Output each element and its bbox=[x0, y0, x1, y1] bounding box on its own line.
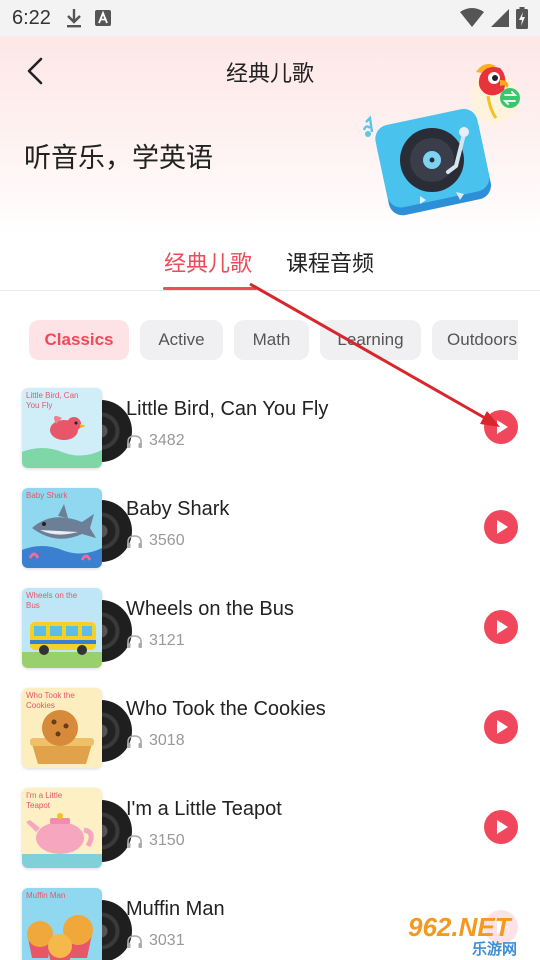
watermark-site: 乐游网 bbox=[472, 940, 517, 958]
status-bar: 6:22 bbox=[0, 0, 540, 36]
cookie-icon bbox=[30, 710, 94, 764]
play-count: 3560 bbox=[126, 532, 185, 550]
wifi-icon bbox=[460, 8, 484, 27]
play-icon bbox=[497, 820, 508, 834]
chip-outdoors[interactable]: Outdoors bbox=[432, 320, 518, 360]
play-button[interactable] bbox=[484, 810, 518, 844]
muffin-icon bbox=[27, 915, 93, 960]
song-title: Who Took the Cookies bbox=[126, 698, 326, 720]
play-count: 3018 bbox=[126, 732, 185, 750]
song-title: Muffin Man bbox=[126, 898, 225, 920]
chip-learning[interactable]: Learning bbox=[320, 320, 421, 360]
headphones-icon bbox=[127, 834, 142, 848]
bird-icon bbox=[22, 416, 102, 468]
turntable-illustration bbox=[362, 108, 491, 216]
page-title: 经典儿歌 bbox=[225, 61, 314, 86]
song-row[interactable]: Little Bird, Can You Fly Little Bird, Ca… bbox=[0, 380, 540, 480]
song-cover: Wheels on the Bus bbox=[22, 588, 132, 668]
watermark-brand: 962.NET bbox=[408, 912, 513, 942]
play-count-value: 3560 bbox=[149, 532, 185, 549]
play-icon bbox=[497, 520, 508, 534]
play-icon bbox=[497, 720, 508, 734]
play-button[interactable] bbox=[484, 410, 518, 444]
tab-course-audio[interactable]: 课程音频 bbox=[286, 246, 374, 278]
status-time: 6:22 bbox=[12, 6, 51, 29]
chip-classics[interactable]: Classics bbox=[29, 320, 129, 360]
bus-icon bbox=[22, 622, 102, 668]
song-cover: I'm a Little Teapot bbox=[22, 788, 132, 868]
chip-math[interactable]: Math bbox=[234, 320, 309, 360]
battery-icon bbox=[516, 7, 528, 29]
headphones-icon bbox=[127, 934, 142, 948]
play-count: 3121 bbox=[126, 632, 185, 650]
play-icon bbox=[497, 420, 508, 434]
play-count-value: 3482 bbox=[149, 432, 185, 449]
tab-bar: 经典儿歌 课程音频 bbox=[0, 240, 540, 292]
play-count-value: 3018 bbox=[149, 732, 185, 749]
divider bbox=[0, 290, 540, 291]
song-list: Little Bird, Can You Fly Little Bird, Ca… bbox=[0, 380, 540, 960]
headphones-icon bbox=[127, 534, 142, 548]
play-icon bbox=[497, 620, 508, 634]
slogan: 听音乐，学英语 bbox=[24, 143, 213, 173]
song-cover: Little Bird, Can You Fly bbox=[22, 388, 132, 468]
app-notification-icon bbox=[94, 10, 111, 26]
play-button[interactable] bbox=[484, 510, 518, 544]
headphones-icon bbox=[127, 434, 142, 448]
song-row[interactable]: Who Took the Cookies Who Took the Cookie… bbox=[0, 680, 540, 780]
play-count-value: 3031 bbox=[149, 932, 185, 949]
song-cover: Who Took the Cookies bbox=[22, 688, 132, 768]
play-count: 3150 bbox=[126, 832, 185, 850]
song-cover: Muffin Man bbox=[22, 888, 132, 960]
song-title: I'm a Little Teapot bbox=[126, 798, 282, 820]
chip-active[interactable]: Active bbox=[140, 320, 223, 360]
play-button[interactable] bbox=[484, 610, 518, 644]
tab-classic-songs[interactable]: 经典儿歌 bbox=[164, 246, 252, 278]
site-watermark-logo: 962.NET 乐游网 bbox=[400, 908, 538, 958]
song-row[interactable]: I'm a Little Teapot I'm a Little Teapot … bbox=[0, 780, 540, 880]
play-count: 3482 bbox=[126, 432, 185, 450]
play-count-value: 3121 bbox=[149, 632, 185, 649]
category-filter-bar: Classics Active Math Learning Outdoors bbox=[0, 320, 518, 360]
teapot-icon bbox=[22, 813, 102, 868]
play-button[interactable] bbox=[484, 710, 518, 744]
song-row[interactable]: Wheels on the Bus Wheels on the Bus 3121 bbox=[0, 580, 540, 680]
play-count: 3031 bbox=[126, 932, 185, 950]
signal-icon bbox=[491, 9, 509, 27]
headphones-icon bbox=[127, 634, 142, 648]
song-title: Wheels on the Bus bbox=[126, 598, 294, 620]
download-icon bbox=[66, 9, 81, 28]
song-cover: Baby Shark bbox=[22, 488, 132, 568]
song-title: Baby Shark bbox=[126, 498, 230, 520]
headphones-icon bbox=[127, 734, 142, 748]
song-row[interactable]: Baby Shark Baby Shark 3560 bbox=[0, 480, 540, 580]
song-title: Little Bird, Can You Fly bbox=[126, 398, 329, 420]
shark-icon bbox=[22, 504, 102, 568]
play-count-value: 3150 bbox=[149, 832, 185, 849]
